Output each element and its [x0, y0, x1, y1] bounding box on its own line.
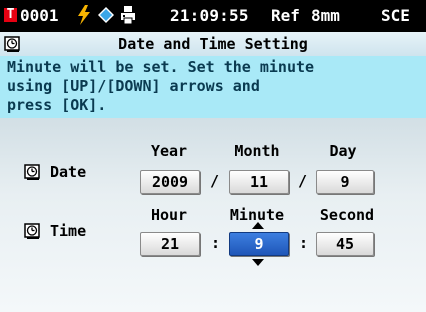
- day-field[interactable]: 9: [316, 170, 374, 194]
- message-line: Minute will be set. Set the minute: [7, 58, 315, 76]
- date-separator: /: [298, 172, 308, 190]
- printer-icon: [121, 6, 135, 25]
- date-separator: /: [210, 172, 220, 190]
- title-bar: Date and Time Setting: [0, 32, 426, 56]
- message-line: using [UP]/[DOWN] arrows and: [7, 77, 260, 95]
- date-label: Date: [50, 163, 87, 181]
- time-separator: :: [299, 234, 309, 252]
- settings-area: Date Year Month Day 2009 / 11 / 9 Time H…: [0, 118, 426, 312]
- specular-mode: SCE: [381, 6, 410, 25]
- up-arrow-icon[interactable]: [252, 222, 264, 229]
- clock: 21:09:55: [170, 6, 249, 25]
- year-field[interactable]: 2009: [140, 170, 200, 194]
- measurement-mode: Ref: [271, 6, 300, 25]
- diamond-icon: [98, 7, 114, 23]
- target-number: 0001: [20, 6, 59, 25]
- status-bar: T 0001 21:09:55 Ref 8mm SCE: [0, 0, 426, 32]
- time-label: Time: [50, 222, 87, 240]
- page-title: Date and Time Setting: [118, 35, 308, 53]
- message-line: press [OK].: [7, 96, 107, 114]
- second-field[interactable]: 45: [316, 232, 374, 256]
- month-label: Month: [234, 142, 280, 160]
- target-badge: T: [4, 8, 17, 22]
- down-arrow-icon[interactable]: [252, 259, 264, 266]
- year-label: Year: [150, 142, 188, 160]
- screen: T 0001 21:09:55 Ref 8mm SCE Date and Tim: [0, 0, 426, 312]
- hour-label: Hour: [150, 206, 188, 224]
- clock-icon: [24, 223, 40, 239]
- day-label: Day: [329, 142, 357, 160]
- second-label: Second: [319, 206, 375, 224]
- hour-field[interactable]: 21: [140, 232, 200, 256]
- minute-field[interactable]: 9: [229, 232, 289, 256]
- flash-icon: [78, 5, 90, 25]
- month-field[interactable]: 11: [229, 170, 289, 194]
- message-panel: Minute will be set. Set the minute using…: [0, 56, 426, 118]
- time-separator: :: [211, 234, 221, 252]
- clock-icon: [24, 164, 40, 180]
- aperture: 8mm: [311, 6, 340, 25]
